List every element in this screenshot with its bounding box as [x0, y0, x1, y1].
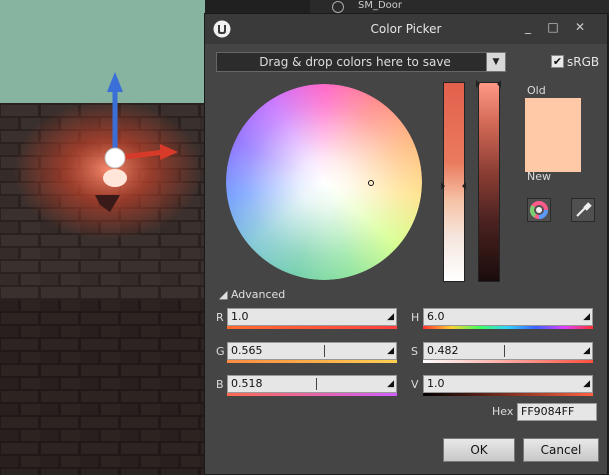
r-spin-icon[interactable]: ◢	[387, 311, 394, 323]
actor-icon	[332, 1, 344, 13]
v-gradient-bar	[423, 393, 593, 396]
outliner-item-label[interactable]: SM_Door	[358, 0, 402, 11]
advanced-section-toggle[interactable]: ◢ Advanced	[219, 288, 285, 301]
r-input[interactable]: 1.0 ◢	[227, 308, 397, 326]
hex-input[interactable]: FF9084FF	[517, 403, 597, 421]
h-value: 6.0	[427, 310, 445, 323]
srgb-checkbox[interactable]: ✔	[551, 55, 564, 68]
world-outliner-strip: SM_Door	[310, 0, 609, 14]
color-wheel-mode-button[interactable]	[527, 198, 551, 222]
minimize-button[interactable]: _	[517, 19, 539, 36]
color-wheel-cursor[interactable]	[368, 180, 374, 186]
value-slider[interactable]	[478, 82, 500, 282]
saturation-slider-marker-left[interactable]	[441, 182, 445, 190]
g-input[interactable]: 0.565 ◢	[227, 342, 397, 360]
s-input[interactable]: 0.482 ◢	[423, 342, 593, 360]
b-value: 0.518	[231, 377, 263, 390]
g-level-marker	[324, 345, 325, 357]
color-wheel-icon	[530, 201, 548, 219]
b-spin-icon[interactable]: ◢	[387, 378, 394, 390]
r-gradient-bar	[227, 326, 397, 329]
b-gradient-bar	[227, 393, 397, 396]
saturation-slider-marker-right[interactable]	[462, 182, 466, 190]
hex-label: Hex	[492, 405, 514, 418]
v-value: 1.0	[427, 377, 445, 390]
h-label: H	[411, 311, 420, 324]
srgb-label: sRGB	[567, 55, 600, 69]
close-button[interactable]: ✕	[569, 19, 591, 36]
viewport-scene	[0, 0, 205, 475]
themes-dropdown-button[interactable]: ▼	[486, 52, 506, 72]
s-spin-icon[interactable]: ◢	[583, 345, 590, 357]
r-value: 1.0	[231, 310, 249, 323]
b-label: B	[216, 378, 224, 391]
new-color-label: New	[527, 170, 551, 183]
maximize-button[interactable]: □	[542, 19, 564, 36]
color-themes-drop-bar[interactable]: Drag & drop colors here to save	[216, 52, 494, 72]
color-wheel-saturation	[226, 84, 422, 280]
level-viewport[interactable]	[0, 0, 205, 475]
eyedropper-button[interactable]	[571, 198, 595, 222]
r-label: R	[216, 311, 224, 324]
g-spin-icon[interactable]: ◢	[387, 345, 394, 357]
s-gradient-bar	[423, 360, 593, 363]
s-value: 0.482	[427, 344, 459, 357]
old-color-label: Old	[527, 84, 546, 97]
value-slider-marker-right[interactable]	[497, 80, 501, 88]
cancel-button[interactable]: Cancel	[523, 438, 599, 462]
h-spin-icon[interactable]: ◢	[583, 311, 590, 323]
g-value: 0.565	[231, 344, 263, 357]
ok-button[interactable]: OK	[443, 438, 515, 462]
new-color-swatch	[525, 136, 581, 172]
title-bar[interactable]: Color Picker _ □ ✕	[205, 14, 607, 44]
color-picker-dialog: Color Picker _ □ ✕ Drag & drop colors he…	[204, 13, 608, 475]
b-level-marker	[316, 378, 317, 390]
v-spin-icon[interactable]: ◢	[583, 378, 590, 390]
g-label: G	[216, 345, 225, 358]
g-gradient-bar	[227, 360, 397, 363]
color-wheel[interactable]	[226, 84, 422, 280]
eyedropper-icon	[576, 202, 592, 217]
s-level-marker	[504, 345, 505, 357]
value-slider-marker-left[interactable]	[476, 80, 480, 88]
h-input[interactable]: 6.0 ◢	[423, 308, 593, 326]
b-input[interactable]: 0.518 ◢	[227, 375, 397, 393]
v-label: V	[411, 378, 419, 391]
old-color-swatch[interactable]	[525, 98, 581, 136]
s-label: S	[411, 345, 418, 358]
v-input[interactable]: 1.0 ◢	[423, 375, 593, 393]
h-gradient-bar	[423, 326, 593, 329]
